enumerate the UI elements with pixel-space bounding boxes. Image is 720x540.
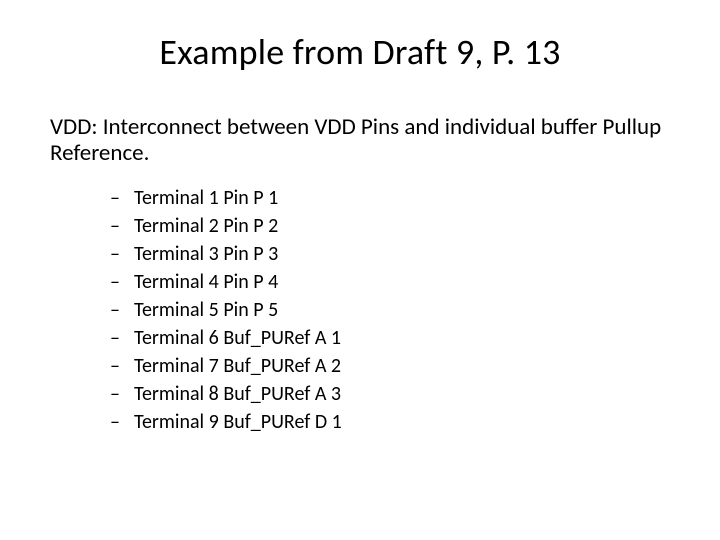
list-item: – Terminal 7 Buf_PURef A 2: [110, 353, 680, 380]
list-item: – Terminal 8 Buf_PURef A 3: [110, 381, 680, 408]
list-item: – Terminal 9 Buf_PURef D 1: [110, 409, 680, 436]
slide-title: Example from Draft 9, P. 13: [40, 30, 680, 74]
bullet-dash: –: [110, 353, 134, 380]
terminal-text: Terminal 8 Buf_PURef A 3: [134, 381, 341, 408]
terminal-text: Terminal 7 Buf_PURef A 2: [134, 353, 341, 380]
terminal-text: Terminal 4 Pin P 4: [134, 269, 278, 296]
list-item: – Terminal 5 Pin P 5: [110, 297, 680, 324]
list-item: – Terminal 3 Pin P 3: [110, 241, 680, 268]
subtitle: VDD: Interconnect between VDD Pins and i…: [40, 114, 680, 167]
terminal-text: Terminal 6 Buf_PURef A 1: [134, 325, 341, 352]
list-item: – Terminal 2 Pin P 2: [110, 213, 680, 240]
terminal-text: Terminal 2 Pin P 2: [134, 213, 278, 240]
terminal-text: Terminal 1 Pin P 1: [134, 185, 278, 212]
bullet-dash: –: [110, 213, 134, 240]
terminal-text: Terminal 3 Pin P 3: [134, 241, 278, 268]
bullet-dash: –: [110, 325, 134, 352]
bullet-dash: –: [110, 297, 134, 324]
terminal-text: Terminal 5 Pin P 5: [134, 297, 278, 324]
bullet-dash: –: [110, 241, 134, 268]
bullet-dash: –: [110, 381, 134, 408]
bullet-dash: –: [110, 185, 134, 212]
bullet-dash: –: [110, 269, 134, 296]
list-item: – Terminal 6 Buf_PURef A 1: [110, 325, 680, 352]
terminal-text: Terminal 9 Buf_PURef D 1: [134, 409, 342, 436]
list-item: – Terminal 1 Pin P 1: [110, 185, 680, 212]
bullet-dash: –: [110, 409, 134, 436]
list-item: – Terminal 4 Pin P 4: [110, 269, 680, 296]
terminal-list: – Terminal 1 Pin P 1 – Terminal 2 Pin P …: [40, 185, 680, 436]
